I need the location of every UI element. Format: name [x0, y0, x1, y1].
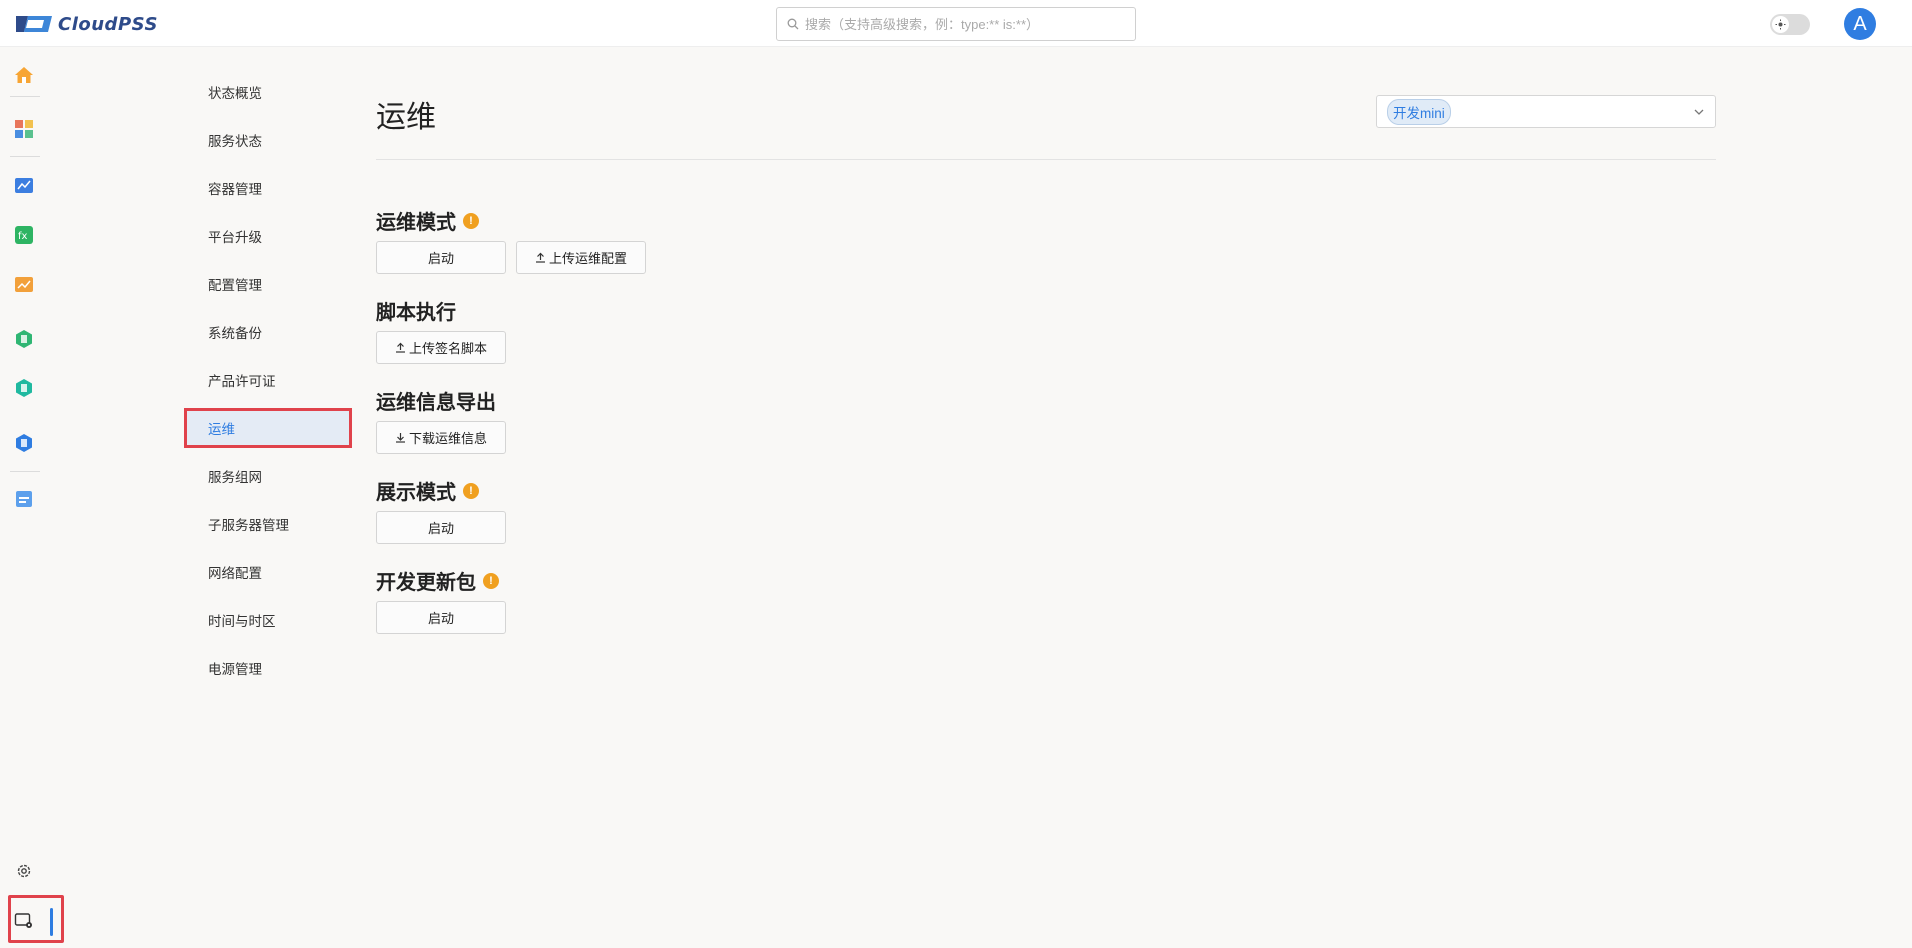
search-input[interactable]	[805, 16, 1125, 32]
theme-knob	[1772, 16, 1789, 33]
section-title-display-mode: 展示模式 !	[376, 476, 479, 505]
subnav-item-label: 子服务器管理	[208, 518, 289, 533]
download-ops-info-button[interactable]: 下载运维信息	[376, 421, 506, 454]
title-divider	[376, 159, 1716, 160]
app-blue-icon[interactable]	[13, 432, 35, 454]
app-name: CloudPSS	[58, 13, 158, 35]
subnav-item-config-management[interactable]: 配置管理	[184, 264, 352, 304]
subnav-item-platform-upgrade[interactable]: 平台升级	[184, 216, 352, 256]
search-icon	[787, 18, 799, 30]
subnav-item-system-backup[interactable]: 系统备份	[184, 312, 352, 352]
subnav-item-network-config[interactable]: 网络配置	[184, 552, 352, 592]
subnav-item-service-status[interactable]: 服务状态	[184, 120, 352, 160]
active-rail-indicator	[50, 908, 53, 936]
document-icon[interactable]	[13, 488, 35, 510]
warning-icon[interactable]: !	[463, 482, 479, 499]
subnav-item-label: 电源管理	[208, 662, 262, 677]
section-title-ops-mode: 运维模式 !	[376, 206, 479, 235]
rail-divider	[10, 156, 40, 157]
subnav-item-power-management[interactable]: 电源管理	[184, 648, 352, 688]
section-title-text: 展示模式	[376, 482, 456, 504]
section-title-dev-update: 开发更新包 !	[376, 566, 499, 595]
function-icon[interactable]: fx	[13, 224, 35, 246]
rail-divider	[10, 96, 40, 97]
section-title-text: 脚本执行	[376, 302, 456, 324]
display-mode-start-button[interactable]: 启动	[376, 511, 506, 544]
subnav-item-sub-server-management[interactable]: 子服务器管理	[184, 504, 352, 544]
subnav-item-label: 网络配置	[208, 566, 262, 581]
upload-ops-config-button[interactable]: 上传运维配置	[516, 241, 646, 274]
environment-select[interactable]: 开发mini	[1376, 95, 1716, 128]
subnav-item-product-license[interactable]: 产品许可证	[184, 360, 352, 400]
subnav-item-label: 状态概览	[208, 86, 262, 101]
environment-tag: 开发mini	[1387, 98, 1451, 125]
analysis-icon[interactable]	[13, 274, 35, 296]
subnav-item-label: 服务组网	[208, 470, 262, 485]
section-title-script-exec: 脚本执行	[376, 296, 456, 325]
apps-icon[interactable]	[13, 118, 35, 140]
section-title-text: 开发更新包	[376, 572, 476, 594]
upload-signed-script-button[interactable]: 上传签名脚本	[376, 331, 506, 364]
settings-icon[interactable]	[13, 860, 35, 882]
subnav-item-container-management[interactable]: 容器管理	[184, 168, 352, 208]
app-cyan-icon[interactable]	[13, 377, 35, 399]
warning-icon[interactable]: !	[483, 572, 499, 589]
subnav-item-label: 配置管理	[208, 278, 262, 293]
svg-text:fx: fx	[18, 231, 28, 242]
subnav-item-label: 平台升级	[208, 230, 262, 245]
section-title-text: 运维模式	[376, 212, 456, 234]
download-icon	[395, 433, 405, 443]
subnav-item-label: 时间与时区	[208, 614, 276, 629]
button-label: 上传运维配置	[548, 251, 627, 266]
button-label: 上传签名脚本	[408, 341, 487, 356]
left-rail: fx	[0, 48, 48, 948]
active-rail-highlight	[8, 895, 64, 943]
subnav-item-label: 运维	[208, 422, 235, 437]
search-box[interactable]	[776, 7, 1136, 41]
app-logo[interactable]: CloudPSS	[14, 12, 158, 36]
subnav-item-label: 产品许可证	[208, 374, 276, 389]
subnav-item-time-timezone[interactable]: 时间与时区	[184, 600, 352, 640]
ops-mode-start-button[interactable]: 启动	[376, 241, 506, 274]
page-title: 运维	[376, 101, 436, 134]
subnav-item-service-networking[interactable]: 服务组网	[184, 456, 352, 496]
theme-toggle[interactable]	[1770, 14, 1810, 35]
sun-icon	[1775, 19, 1786, 30]
dev-update-start-button[interactable]: 启动	[376, 601, 506, 634]
chevron-down-icon	[1694, 109, 1704, 115]
simstudio-icon[interactable]	[13, 175, 35, 197]
home-icon[interactable]	[13, 64, 35, 86]
section-title-ops-export: 运维信息导出	[376, 386, 496, 415]
subnav-item-label: 系统备份	[208, 326, 262, 341]
subnav-item-label: 容器管理	[208, 182, 262, 197]
subnav-item-operations[interactable]: 运维	[184, 408, 352, 448]
subnav-item-status-overview[interactable]: 状态概览	[184, 72, 352, 112]
button-label: 下载运维信息	[408, 431, 487, 446]
upload-icon	[535, 252, 545, 263]
rail-divider	[10, 471, 40, 472]
subnav-item-label: 服务状态	[208, 134, 262, 149]
top-bar: CloudPSS A	[0, 0, 1912, 47]
cloudpss-logo-icon	[16, 16, 52, 32]
user-avatar[interactable]: A	[1844, 8, 1876, 40]
upload-icon	[395, 342, 405, 353]
warning-icon[interactable]: !	[463, 212, 479, 229]
section-title-text: 运维信息导出	[376, 392, 496, 414]
app-green-icon[interactable]	[13, 328, 35, 350]
